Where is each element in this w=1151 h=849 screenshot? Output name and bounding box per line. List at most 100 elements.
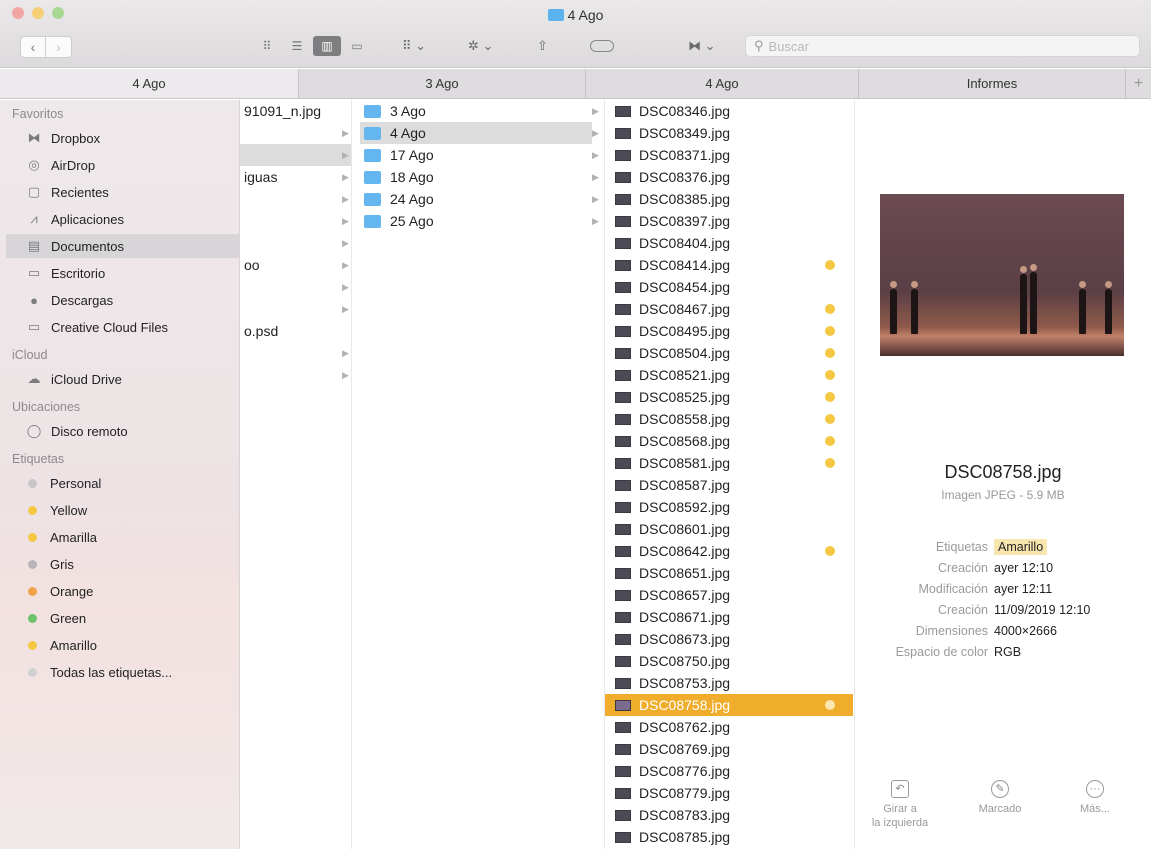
column-2[interactable]: 3 Ago ▶ 4 Ago ▶ 17 Ago ▶ 18 Ago ▶ 24 Ago ▶ 25 Ago ▶ (352, 100, 605, 849)
group-button[interactable]: ⠿ ⌄ (402, 35, 426, 57)
folder-row[interactable]: 4 Ago ▶ (360, 122, 599, 144)
folder-row[interactable]: 25 Ago ▶ (360, 210, 599, 232)
folder-row[interactable]: 24 Ago ▶ (360, 188, 599, 210)
file-row[interactable]: DSC08785.jpg (605, 826, 853, 848)
more-button[interactable]: ··· Más... (1065, 780, 1125, 816)
file-row[interactable]: DSC08346.jpg (605, 100, 853, 122)
column-3[interactable]: DSC08346.jpg DSC08349.jpg DSC08371.jpg DSC0… (605, 100, 855, 849)
sidebar-item-documentos[interactable]: ▤ Documentos (6, 234, 240, 258)
file-row[interactable]: DSC08495.jpg (605, 320, 853, 342)
file-row[interactable]: DSC08783.jpg (605, 804, 853, 826)
file-row[interactable]: DSC08558.jpg (605, 408, 853, 430)
file-row[interactable]: DSC08753.jpg (605, 672, 853, 694)
sidebar-item-escritorio[interactable]: ▭ Escritorio (6, 261, 240, 285)
tag-button[interactable] (590, 35, 614, 57)
sidebar-tag-yellow[interactable]: Yellow (6, 498, 240, 522)
window-title: 4 Ago (0, 7, 1151, 23)
dropbox-menu-button[interactable]: ⧓ ⌄ (688, 35, 716, 57)
sidebar-item-creative-cloud-files[interactable]: ▭ Creative Cloud Files (6, 315, 240, 339)
tab-4-ago-2[interactable]: 4 Ago (586, 69, 859, 98)
file-row[interactable]: DSC08404.jpg (605, 232, 853, 254)
forward-button[interactable]: › (46, 36, 72, 58)
sidebar-item-airdrop[interactable]: ◎ AirDrop (6, 153, 240, 177)
sidebar-tag-personal[interactable]: Personal (6, 471, 240, 495)
file-row[interactable]: DSC08642.jpg (605, 540, 853, 562)
dropbox-icon: ⧓ (688, 38, 701, 53)
image-thumbnail-icon (615, 611, 631, 623)
new-tab-button[interactable]: + (1126, 69, 1151, 98)
sidebar-tag-amarillo[interactable]: Amarillo (6, 633, 240, 657)
folder-row[interactable]: 18 Ago ▶ (360, 166, 599, 188)
file-row[interactable]: DSC08673.jpg (605, 628, 853, 650)
file-row[interactable]: DSC08601.jpg (605, 518, 853, 540)
search-field[interactable]: ⚲ (745, 35, 1140, 57)
file-row[interactable]: DSC08581.jpg (605, 452, 853, 474)
sidebar-item-label: Disco remoto (51, 423, 128, 439)
sidebar-item-recientes[interactable]: ▢ Recientes (6, 180, 240, 204)
list-view-button[interactable]: ☰ (283, 36, 311, 56)
file-row[interactable]: DSC08758.jpg (605, 694, 853, 716)
share-button[interactable]: ⇧ (537, 35, 548, 57)
folder-row[interactable]: 17 Ago ▶ (360, 144, 599, 166)
tab-informes[interactable]: Informes (859, 69, 1126, 98)
file-row[interactable]: DSC08349.jpg (605, 122, 853, 144)
item-name: 91091_n.jpg (244, 103, 322, 119)
file-row[interactable]: DSC08376.jpg (605, 166, 853, 188)
column-view-button[interactable]: ▥ (313, 36, 341, 56)
sidebar-tag-todas-las-etiquetas[interactable]: Todas las etiquetas... (6, 660, 240, 684)
cloud-icon: ☁ (27, 371, 41, 386)
sidebar-tag-amarilla[interactable]: Amarilla (6, 525, 240, 549)
file-row[interactable]: DSC08750.jpg (605, 650, 853, 672)
file-row[interactable]: DSC08521.jpg (605, 364, 853, 386)
file-row[interactable]: DSC08592.jpg (605, 496, 853, 518)
icon-view-button[interactable]: ⠿ (253, 36, 281, 56)
file-row[interactable]: DSC08525.jpg (605, 386, 853, 408)
sidebar-tag-label: Personal (50, 475, 102, 491)
file-row[interactable]: DSC08385.jpg (605, 188, 853, 210)
file-row[interactable]: DSC08371.jpg (605, 144, 853, 166)
sidebar-item-disco-remoto[interactable]: ◯ Disco remoto (6, 419, 240, 443)
file-row[interactable]: DSC08657.jpg (605, 584, 853, 606)
folder-name: 25 Ago (390, 213, 434, 229)
list-item[interactable]: o.psd (244, 320, 278, 342)
sidebar-item-dropbox[interactable]: ⧓ Dropbox (6, 126, 240, 150)
sidebar-item-icloud-drive[interactable]: ☁ iCloud Drive (6, 367, 240, 391)
file-row[interactable]: DSC08762.jpg (605, 716, 853, 738)
markup-button[interactable]: ✎ Marcado (965, 780, 1035, 816)
sidebar-tag-gris[interactable]: Gris (6, 552, 240, 576)
file-row[interactable]: DSC08651.jpg (605, 562, 853, 584)
airdrop-icon: ◎ (28, 157, 40, 172)
tab-4-ago[interactable]: 4 Ago (0, 69, 299, 98)
gallery-view-button[interactable]: ▭ (343, 36, 371, 56)
list-icon: ☰ (291, 39, 303, 53)
image-thumbnail-icon (615, 523, 631, 535)
file-row[interactable]: DSC08779.jpg (605, 782, 853, 804)
file-row[interactable]: DSC08776.jpg (605, 760, 853, 782)
file-row[interactable]: DSC08587.jpg (605, 474, 853, 496)
sidebar-item-label: Aplicaciones (51, 211, 124, 227)
sidebar-item-aplicaciones[interactable]: ⩘ Aplicaciones (6, 207, 240, 231)
search-input[interactable] (768, 38, 1069, 54)
action-menu-button[interactable]: ✲ ⌄ (468, 35, 493, 57)
file-row[interactable]: DSC08568.jpg (605, 430, 853, 452)
file-row[interactable]: DSC08504.jpg (605, 342, 853, 364)
column-1[interactable]: 91091_n.jpg iguas oo o.psd ▶ ▶ ▶ ▶ ▶ ▶ ▶ ▶ ▶ ▶ ▶ (240, 100, 352, 849)
rotate-left-button[interactable]: ↶ Girar a la izquierda (857, 780, 943, 830)
back-button[interactable]: ‹ (20, 36, 46, 58)
file-row[interactable]: DSC08454.jpg (605, 276, 853, 298)
list-item[interactable]: iguas (244, 166, 277, 188)
file-row[interactable]: DSC08769.jpg (605, 738, 853, 760)
file-row[interactable]: DSC08397.jpg (605, 210, 853, 232)
markup-icon: ✎ (991, 780, 1009, 798)
folder-row[interactable]: 3 Ago ▶ (360, 100, 599, 122)
file-row[interactable]: DSC08671.jpg (605, 606, 853, 628)
sidebar-tag-green[interactable]: Green (6, 606, 240, 630)
list-item[interactable]: 91091_n.jpg (244, 100, 321, 122)
file-row[interactable]: DSC08414.jpg (605, 254, 853, 276)
sidebar-item-descargas[interactable]: ● Descargas (6, 288, 240, 312)
file-row[interactable]: DSC08467.jpg (605, 298, 853, 320)
list-item[interactable]: oo (244, 254, 260, 276)
file-name: DSC08414.jpg (639, 257, 731, 273)
tab-3-ago[interactable]: 3 Ago (299, 69, 586, 98)
sidebar-tag-orange[interactable]: Orange (6, 579, 240, 603)
